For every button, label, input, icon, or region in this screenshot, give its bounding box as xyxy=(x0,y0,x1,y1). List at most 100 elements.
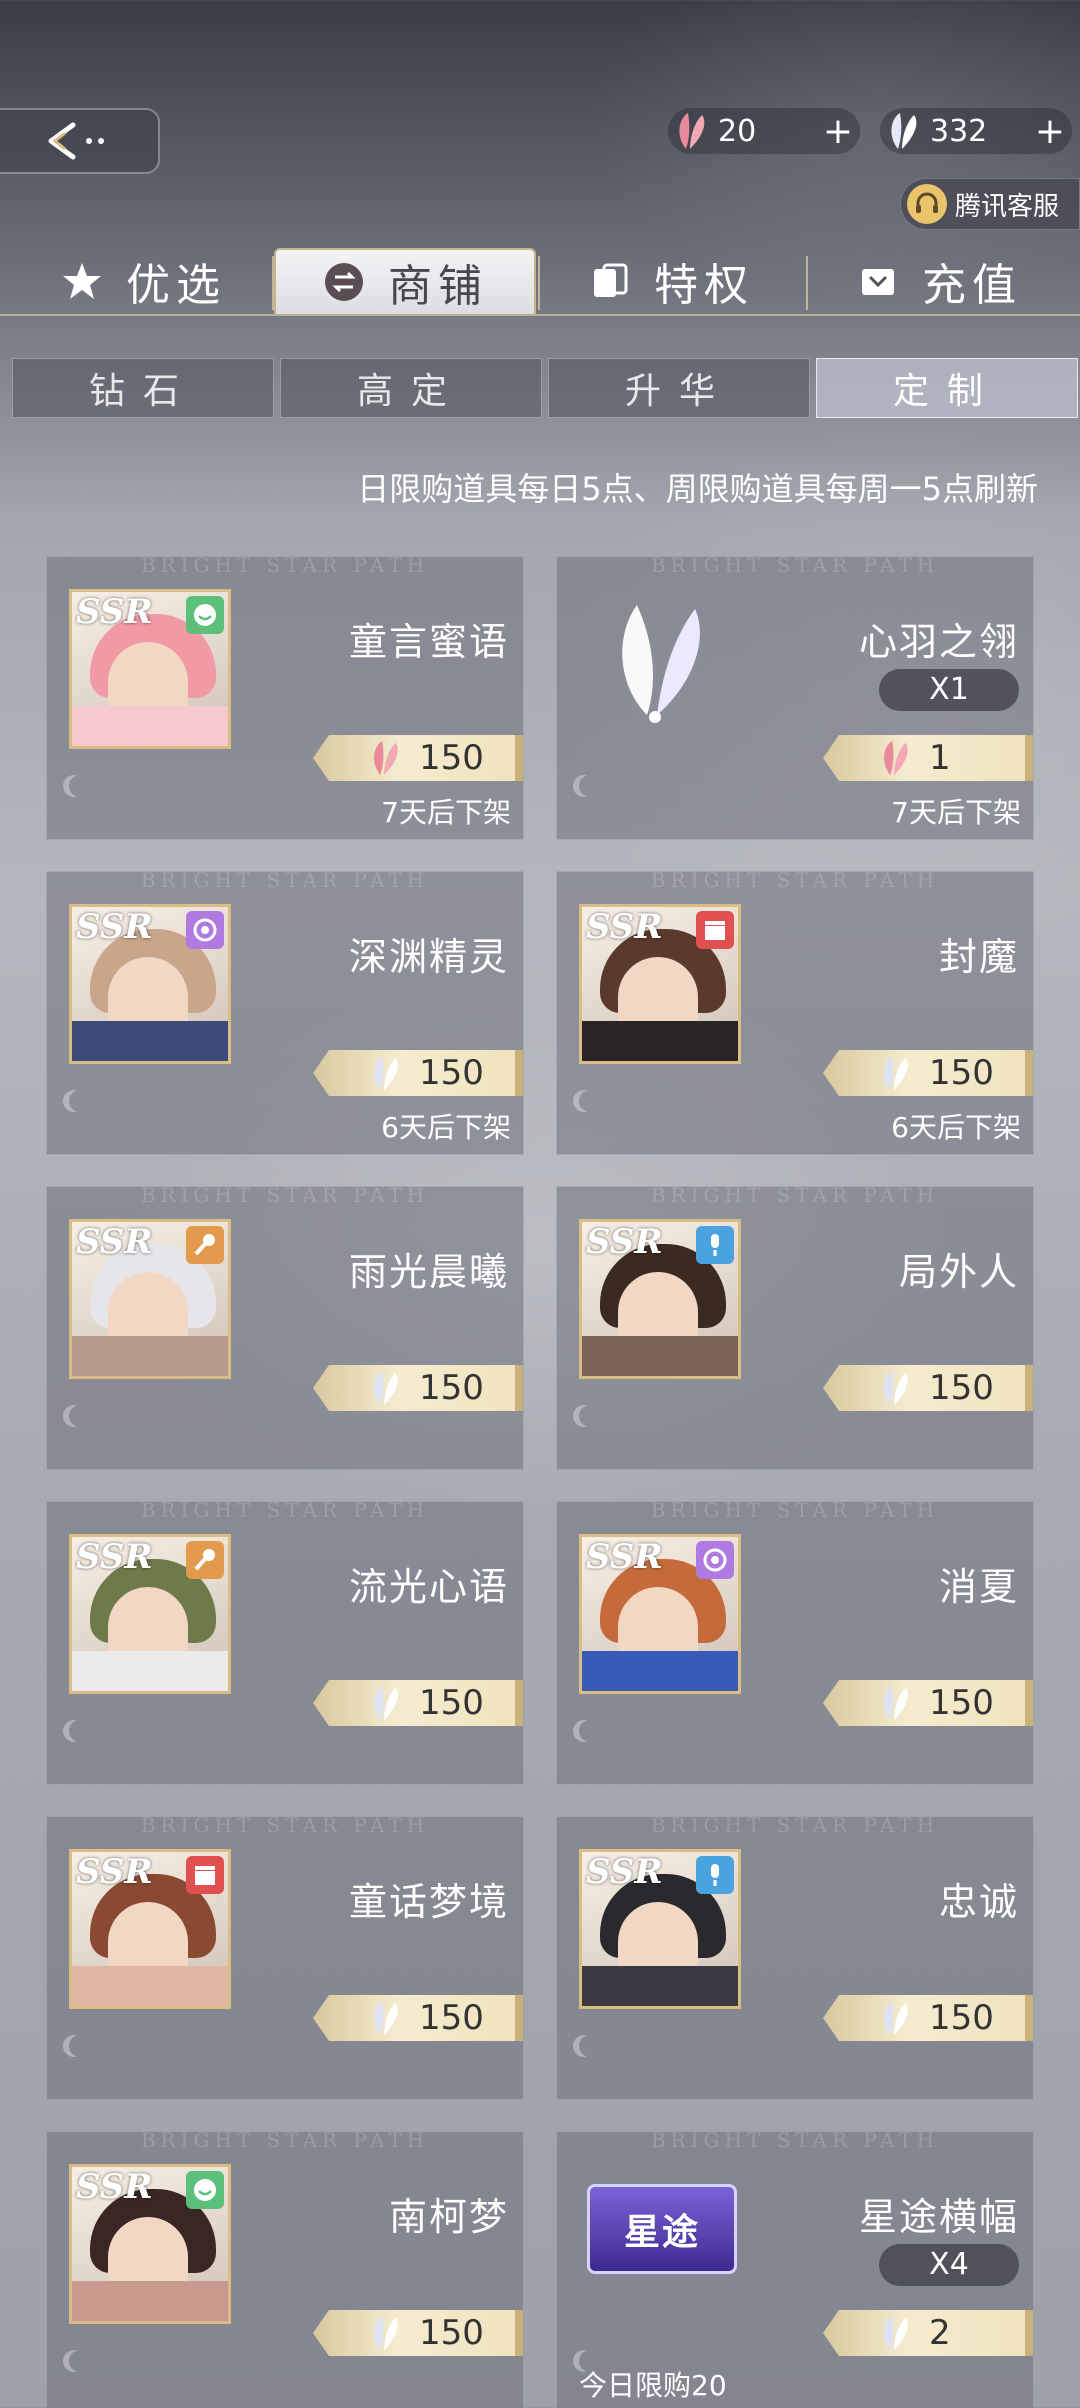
item-price: 150 xyxy=(929,1683,994,1723)
add-white-currency-button[interactable]: + xyxy=(1030,111,1070,152)
pink-feather-icon xyxy=(679,113,705,149)
character-portrait: SSR xyxy=(69,1849,231,2009)
character-portrait: SSR xyxy=(579,904,741,1064)
price-tag[interactable]: 150 xyxy=(313,2310,523,2356)
back-button[interactable] xyxy=(0,108,160,174)
main-tab-bar: 优选 商铺 特权 充值 xyxy=(0,248,1080,316)
film-reel-icon xyxy=(186,911,224,949)
tab-label: 优选 xyxy=(126,260,226,311)
price-tag[interactable]: 150 xyxy=(313,1995,523,2041)
moon-icon xyxy=(69,2035,91,2057)
price-tag[interactable]: 150 xyxy=(313,1680,523,1726)
tab-label: 商铺 xyxy=(388,261,488,312)
tab-recharge[interactable]: 充值 xyxy=(808,248,1070,314)
item-price: 1 xyxy=(929,738,951,778)
customer-service-button[interactable]: 腾讯客服 xyxy=(900,178,1080,230)
clapperboard-icon xyxy=(696,911,734,949)
currency-white-amount: 332 xyxy=(930,113,988,149)
shop-item-card[interactable]: BRIGHT STAR PATH SSR 流光心语 150 xyxy=(46,1501,524,1785)
character-portrait: SSR xyxy=(579,1534,741,1694)
price-tag-cap xyxy=(515,1365,523,1411)
shop-item-card[interactable]: BRIGHT STAR PATH SSR 深渊精灵 150 6天后下架 xyxy=(46,871,524,1155)
expiry-text: 6天后下架 xyxy=(381,1111,511,1144)
price-tag[interactable]: 150 xyxy=(313,1365,523,1411)
white-feather-icon xyxy=(374,1055,398,1091)
add-pink-currency-button[interactable]: + xyxy=(818,111,858,152)
tab-featured[interactable]: 优选 xyxy=(12,248,274,314)
card-watermark: BRIGHT STAR PATH xyxy=(650,2131,940,2152)
shop-item-card[interactable]: BRIGHT STAR PATH SSR 南柯梦 150 xyxy=(46,2131,524,2408)
white-feather-icon xyxy=(884,1055,908,1091)
shop-item-card[interactable]: BRIGHT STAR PATH SSR 消夏 150 xyxy=(556,1501,1034,1785)
price-tag[interactable]: 150 xyxy=(823,1995,1033,2041)
item-price: 150 xyxy=(419,1368,484,1408)
shop-item-card[interactable]: BRIGHT STAR PATH SSR 局外人 150 xyxy=(556,1186,1034,1470)
shop-item-card[interactable]: BRIGHT STAR PATH SSR 封魔 150 6天后下架 xyxy=(556,871,1034,1155)
item-price: 150 xyxy=(419,1998,484,2038)
price-tag-cap xyxy=(515,2310,523,2356)
star-path-banner-art: 星途 xyxy=(587,2184,737,2274)
ssr-rarity-label: SSR xyxy=(76,907,153,947)
item-name: 封魔 xyxy=(938,935,1019,979)
subtab-haute-couture[interactable]: 高定 xyxy=(280,358,542,418)
microphone-icon xyxy=(186,1226,224,1264)
card-watermark: BRIGHT STAR PATH xyxy=(650,1186,940,1207)
white-feather-icon xyxy=(884,2000,908,2036)
customer-service-label: 腾讯客服 xyxy=(955,191,1060,222)
shop-item-card[interactable]: BRIGHT STAR PATH SSR 童话梦境 150 xyxy=(46,1816,524,2100)
ssr-rarity-label: SSR xyxy=(586,1222,663,1262)
subtab-sublimation[interactable]: 升华 xyxy=(548,358,810,418)
item-price: 150 xyxy=(929,1053,994,1093)
card-watermark: BRIGHT STAR PATH xyxy=(140,871,430,892)
smile-icon xyxy=(186,596,224,634)
shop-item-card[interactable]: BRIGHT STAR PATH SSR 童言蜜语 150 7天后下架 xyxy=(46,556,524,840)
subtab-diamond[interactable]: 钻石 xyxy=(12,358,274,418)
card-watermark: BRIGHT STAR PATH xyxy=(140,1816,430,1837)
tab-shop[interactable]: 商铺 xyxy=(274,248,536,314)
item-price: 150 xyxy=(929,1368,994,1408)
moon-icon xyxy=(579,2035,601,2057)
price-tag[interactable]: 150 xyxy=(313,1050,523,1096)
price-tag[interactable]: 150 xyxy=(823,1680,1033,1726)
shop-item-card[interactable]: BRIGHT STAR PATH SSR 雨光晨曦 150 xyxy=(46,1186,524,1470)
studio-mic-icon xyxy=(696,1856,734,1894)
item-name: 雨光晨曦 xyxy=(348,1250,509,1294)
item-price: 150 xyxy=(929,1998,994,2038)
character-portrait: SSR xyxy=(579,1849,741,2009)
pink-feather-icon xyxy=(374,740,398,776)
white-feather-icon xyxy=(374,1370,398,1406)
tab-label: 充值 xyxy=(922,260,1022,311)
character-portrait: SSR xyxy=(69,1534,231,1694)
tab-privilege[interactable]: 特权 xyxy=(540,248,802,314)
price-tag-cap xyxy=(1025,1050,1033,1096)
subtab-custom[interactable]: 定制 xyxy=(816,358,1078,418)
item-price: 150 xyxy=(419,1053,484,1093)
currency-pink-amount: 20 xyxy=(718,113,757,149)
shop-item-card[interactable]: BRIGHT STAR PATH 心羽之翎 X1 1 7天后下架 xyxy=(556,556,1034,840)
price-tag[interactable]: 1 xyxy=(823,735,1033,781)
card-watermark: BRIGHT STAR PATH xyxy=(140,2131,430,2152)
white-feather-icon xyxy=(374,2000,398,2036)
moon-icon xyxy=(579,1090,601,1112)
shop-item-card[interactable]: BRIGHT STAR PATH SSR 忠诚 150 xyxy=(556,1816,1034,2100)
card-icon xyxy=(588,259,632,303)
ssr-rarity-label: SSR xyxy=(586,1852,663,1892)
heart-feather-item-icon xyxy=(622,605,700,723)
price-tag[interactable]: 150 xyxy=(823,1365,1033,1411)
item-name: 深渊精灵 xyxy=(348,935,509,979)
price-tag[interactable]: 150 xyxy=(823,1050,1033,1096)
card-watermark: BRIGHT STAR PATH xyxy=(140,556,430,577)
microphone-icon xyxy=(186,1541,224,1579)
white-feather-icon xyxy=(884,1685,908,1721)
card-watermark: BRIGHT STAR PATH xyxy=(650,871,940,892)
character-portrait: SSR xyxy=(69,904,231,1064)
refresh-notice: 日限购道具每日5点、周限购道具每周一5点刷新 xyxy=(357,470,1038,508)
item-quantity: X1 xyxy=(879,669,1019,711)
ssr-rarity-label: SSR xyxy=(76,1222,153,1262)
price-tag[interactable]: 150 xyxy=(313,735,523,781)
price-tag[interactable]: 2 xyxy=(823,2310,1033,2356)
card-watermark: BRIGHT STAR PATH xyxy=(140,1186,430,1207)
item-name: 流光心语 xyxy=(348,1565,509,1609)
shop-item-card[interactable]: BRIGHT STAR PATH 星途 星途横幅 X4 2 今日限购20 xyxy=(556,2131,1034,2408)
exchange-icon xyxy=(322,260,366,304)
